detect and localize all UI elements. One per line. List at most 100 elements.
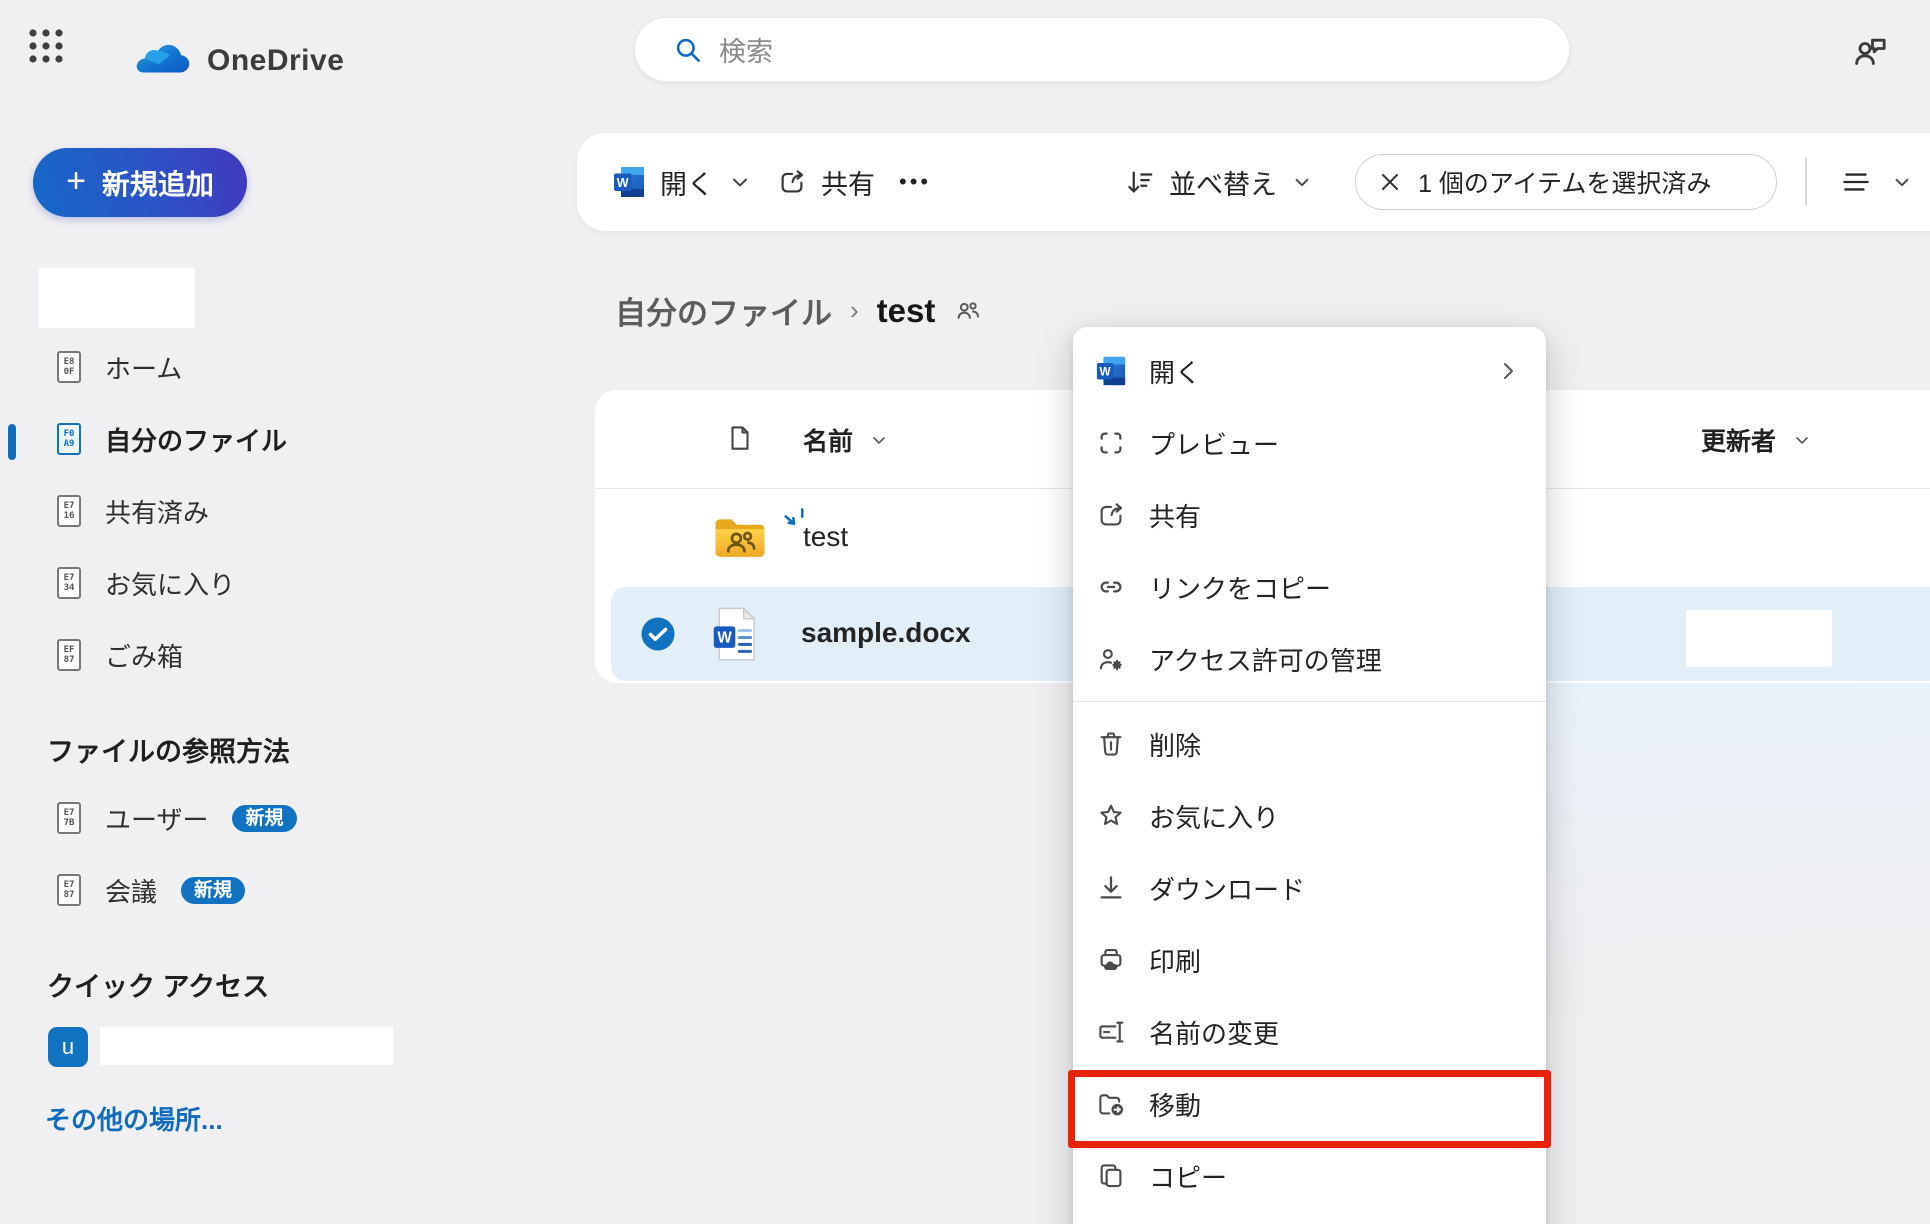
toolbar-divider [1805, 158, 1807, 206]
search-input[interactable]: 検索 [634, 17, 1570, 82]
app-title: OneDrive [207, 44, 344, 78]
sidebar-browse-nav: E77B ユーザー 新規 E787 会議 新規 [0, 782, 480, 926]
new-badge: 新規 [181, 877, 245, 904]
meetings-nav-icon: E787 [57, 874, 81, 906]
column-header-modified-by[interactable]: 更新者 [1701, 422, 1812, 458]
new-badge: 新規 [232, 805, 296, 832]
ellipsis-icon: ••• [899, 169, 931, 195]
document-column-icon [725, 423, 755, 453]
sidebar-item-recycle-bin[interactable]: EF87 ごみ箱 [0, 619, 480, 691]
redacted-quick-access-name [100, 1027, 393, 1065]
menu-item-copy[interactable]: コピー [1073, 1140, 1546, 1212]
search-placeholder: 検索 [719, 30, 773, 69]
breadcrumb-my-files[interactable]: 自分のファイル [615, 288, 832, 333]
column-header-name[interactable]: 名前 [803, 422, 889, 458]
selected-check-icon[interactable] [640, 616, 676, 652]
preview-icon [1095, 427, 1127, 459]
chevron-down-icon [1291, 171, 1313, 193]
menu-separator [1073, 701, 1546, 702]
view-selector-button[interactable] [1839, 133, 1913, 231]
file-name: sample.docx [801, 617, 971, 649]
share-icon [1095, 499, 1127, 531]
more-commands-button[interactable]: ••• [899, 133, 931, 231]
svg-text:W: W [617, 176, 629, 190]
menu-item-manage-access[interactable]: アクセス許可の管理 [1073, 623, 1546, 695]
breadcrumb-separator: › [850, 295, 859, 326]
favorites-icon: E734 [57, 567, 81, 599]
shared-icon: E716 [57, 495, 81, 527]
print-icon [1095, 944, 1127, 976]
svg-text:W: W [717, 630, 732, 647]
background-gradient [1546, 683, 1930, 1224]
add-new-button[interactable]: + 新規追加 [33, 148, 247, 217]
chevron-down-icon [1891, 171, 1913, 193]
rename-icon [1095, 1016, 1127, 1048]
share-button[interactable]: 共有 [777, 133, 875, 231]
command-toolbar: W 開く 共有 ••• 並べ替え 1 個のアイテムを選択済み [577, 133, 1930, 231]
word-icon: W [1095, 355, 1127, 387]
chevron-down-icon [728, 170, 752, 194]
file-name: test [803, 521, 848, 553]
breadcrumb-current-folder: test [877, 292, 936, 330]
quick-access-site-tile[interactable]: u [48, 1027, 88, 1067]
menu-item-open[interactable]: W 開く [1073, 335, 1546, 407]
sidebar-nav: E80F ホーム F0A9 自分のファイル E716 共有済み E734 お気に… [0, 331, 480, 691]
menu-item-print[interactable]: 印刷 [1073, 924, 1546, 996]
menu-item-delete[interactable]: 削除 [1073, 708, 1546, 780]
breadcrumb: 自分のファイル › test [615, 288, 983, 333]
sidebar-item-my-files[interactable]: F0A9 自分のファイル [0, 403, 480, 475]
move-folder-icon [1095, 1088, 1127, 1120]
redacted-modified-by [1686, 610, 1832, 667]
copy-link-icon [1095, 571, 1127, 603]
onedrive-logo-icon [134, 41, 190, 77]
plus-icon: + [66, 164, 86, 198]
chevron-down-icon [869, 430, 889, 450]
onedrive-app: OneDrive 検索 + 新規追加 E80F ホーム F0A9 [0, 0, 1930, 1224]
sidebar-item-meetings[interactable]: E787 会議 新規 [0, 854, 480, 926]
feedback-icon[interactable] [1850, 31, 1890, 71]
sidebar-item-people[interactable]: E77B ユーザー 新規 [0, 782, 480, 854]
sidebar-item-home[interactable]: E80F ホーム [0, 331, 480, 403]
star-icon [1095, 800, 1127, 832]
shared-folder-icon [711, 515, 769, 561]
menu-item-move[interactable]: 移動 [1073, 1068, 1546, 1140]
recycle-bin-icon: EF87 [57, 639, 81, 671]
people-nav-icon: E77B [57, 802, 81, 834]
search-icon [673, 35, 703, 65]
more-places-link[interactable]: その他の場所... [45, 1100, 223, 1137]
sort-icon [1125, 167, 1155, 197]
browse-files-heading: ファイルの参照方法 [47, 730, 290, 769]
menu-item-copy-link[interactable]: リンクをコピー [1073, 551, 1546, 623]
app-launcher-waffle-icon[interactable] [24, 24, 68, 68]
manage-access-icon [1095, 643, 1127, 675]
word-document-icon: W [711, 606, 761, 662]
chevron-down-icon [1792, 430, 1812, 450]
home-icon: E80F [57, 351, 81, 383]
menu-item-favorite[interactable]: お気に入り [1073, 780, 1546, 852]
menu-item-share[interactable]: 共有 [1073, 479, 1546, 551]
shared-people-icon [953, 296, 983, 326]
sidebar-item-favorites[interactable]: E734 お気に入り [0, 547, 480, 619]
open-button[interactable]: W 開く [612, 133, 752, 231]
menu-item-download[interactable]: ダウンロード [1073, 852, 1546, 924]
close-icon[interactable] [1378, 170, 1402, 194]
svg-text:W: W [1100, 366, 1112, 379]
quick-access-heading: クイック アクセス [47, 965, 269, 1004]
copy-icon [1095, 1160, 1127, 1192]
share-icon [777, 167, 807, 197]
menu-item-rename[interactable]: 名前の変更 [1073, 996, 1546, 1068]
redacted-account-name [39, 268, 195, 328]
my-files-icon: F0A9 [57, 423, 81, 455]
sidebar-item-shared[interactable]: E716 共有済み [0, 475, 480, 547]
sort-button[interactable]: 並べ替え [1125, 133, 1313, 231]
context-menu: W 開く プレビュー 共有 [1073, 327, 1546, 1224]
chevron-right-icon [1496, 359, 1520, 383]
menu-item-preview[interactable]: プレビュー [1073, 407, 1546, 479]
trash-icon [1095, 728, 1127, 760]
selection-count-label: 1 個のアイテムを選択済み [1418, 164, 1711, 200]
selection-count-chip[interactable]: 1 個のアイテムを選択済み [1355, 154, 1777, 210]
word-icon: W [612, 165, 646, 199]
list-view-icon [1839, 169, 1873, 195]
add-new-label: 新規追加 [102, 163, 214, 203]
download-icon [1095, 872, 1127, 904]
